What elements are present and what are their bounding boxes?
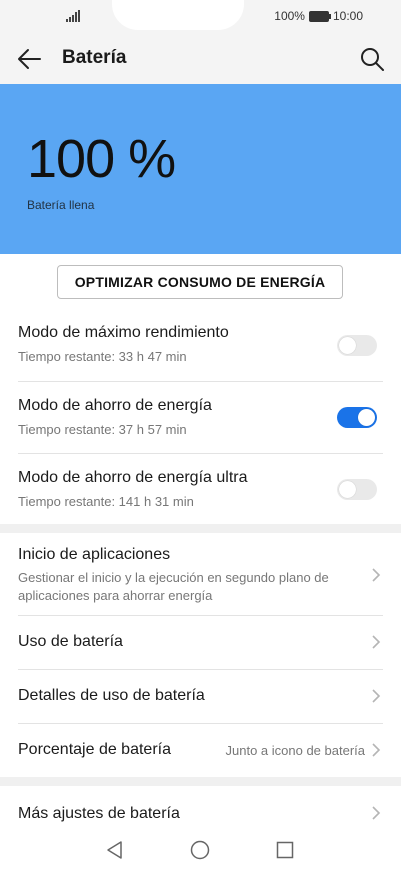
nav-back-icon[interactable] — [103, 838, 127, 862]
battery-percent-text: 100% — [274, 9, 305, 23]
mode-row-ultra-saving[interactable]: Modo de ahorro de energía ultra Tiempo r… — [0, 462, 401, 524]
page-title: Batería — [62, 47, 127, 68]
chevron-right-icon — [372, 743, 381, 757]
setting-title: Más ajustes de batería — [18, 805, 180, 822]
section-divider — [0, 777, 401, 786]
section-divider — [0, 524, 401, 533]
signal-icon — [66, 10, 80, 22]
mode-title: Modo de ahorro de energía ultra — [18, 469, 248, 486]
mode-row-max-performance[interactable]: Modo de máximo rendimiento Tiempo restan… — [0, 318, 401, 380]
status-bar: 100% 10:00 — [0, 0, 401, 34]
app-launch-row[interactable]: Inicio de aplicaciones Gestionar el inic… — [0, 534, 401, 614]
mode-title: Modo de ahorro de energía — [18, 397, 212, 414]
setting-title: Inicio de aplicaciones — [18, 546, 171, 563]
toolbar: Batería — [0, 34, 401, 84]
chevron-right-icon — [372, 689, 381, 703]
nav-home-icon[interactable] — [188, 838, 212, 862]
battery-usage-row[interactable]: Uso de batería — [0, 616, 401, 669]
toggle-knob — [339, 337, 356, 354]
toggle-switch[interactable] — [337, 335, 377, 356]
setting-title: Porcentaje de batería — [18, 741, 171, 758]
battery-usage-details-row[interactable]: Detalles de uso de batería — [0, 670, 401, 723]
mode-title: Modo de máximo rendimiento — [18, 324, 229, 341]
setting-title: Uso de batería — [18, 633, 123, 650]
chevron-right-icon — [372, 568, 381, 582]
clock: 10:00 — [332, 9, 363, 23]
search-icon[interactable] — [357, 44, 387, 74]
navigation-bar — [0, 832, 401, 870]
toggle-knob — [339, 481, 356, 498]
battery-percentage-row[interactable]: Porcentaje de batería Junto a icono de b… — [0, 724, 401, 777]
battery-level-panel: 100 % Batería llena — [0, 84, 401, 254]
chevron-right-icon — [372, 635, 381, 649]
battery-percent: 100 % — [27, 129, 176, 189]
setting-subtitle: Gestionar el inicio y la ejecución en se… — [18, 570, 329, 603]
more-battery-settings-row[interactable]: Más ajustes de batería — [0, 787, 401, 832]
setting-title: Detalles de uso de batería — [18, 687, 205, 704]
setting-value: Junto a icono de batería — [225, 743, 366, 758]
optimize-button[interactable]: OPTIMIZAR CONSUMO DE ENERGÍA — [57, 265, 343, 299]
battery-screen: 100% 10:00 Batería 100 % Batería llena O… — [0, 0, 401, 870]
battery-status: Batería llena — [27, 198, 95, 212]
divider — [18, 453, 383, 454]
toggle-knob — [358, 409, 375, 426]
status-right: 100% 10:00 — [274, 9, 363, 23]
camera-notch — [112, 0, 244, 30]
battery-icon — [308, 10, 331, 22]
mode-subtitle: Tiempo restante: 141 h 31 min — [18, 494, 194, 509]
mode-subtitle: Tiempo restante: 33 h 47 min — [18, 349, 187, 364]
mode-row-power-saving[interactable]: Modo de ahorro de energía Tiempo restant… — [0, 390, 401, 452]
divider — [18, 381, 383, 382]
toggle-switch[interactable] — [337, 407, 377, 428]
back-arrow-icon[interactable] — [14, 44, 46, 74]
mode-subtitle: Tiempo restante: 37 h 57 min — [18, 422, 187, 437]
toggle-switch[interactable] — [337, 479, 377, 500]
chevron-right-icon — [372, 806, 381, 820]
nav-recents-icon[interactable] — [273, 838, 297, 862]
